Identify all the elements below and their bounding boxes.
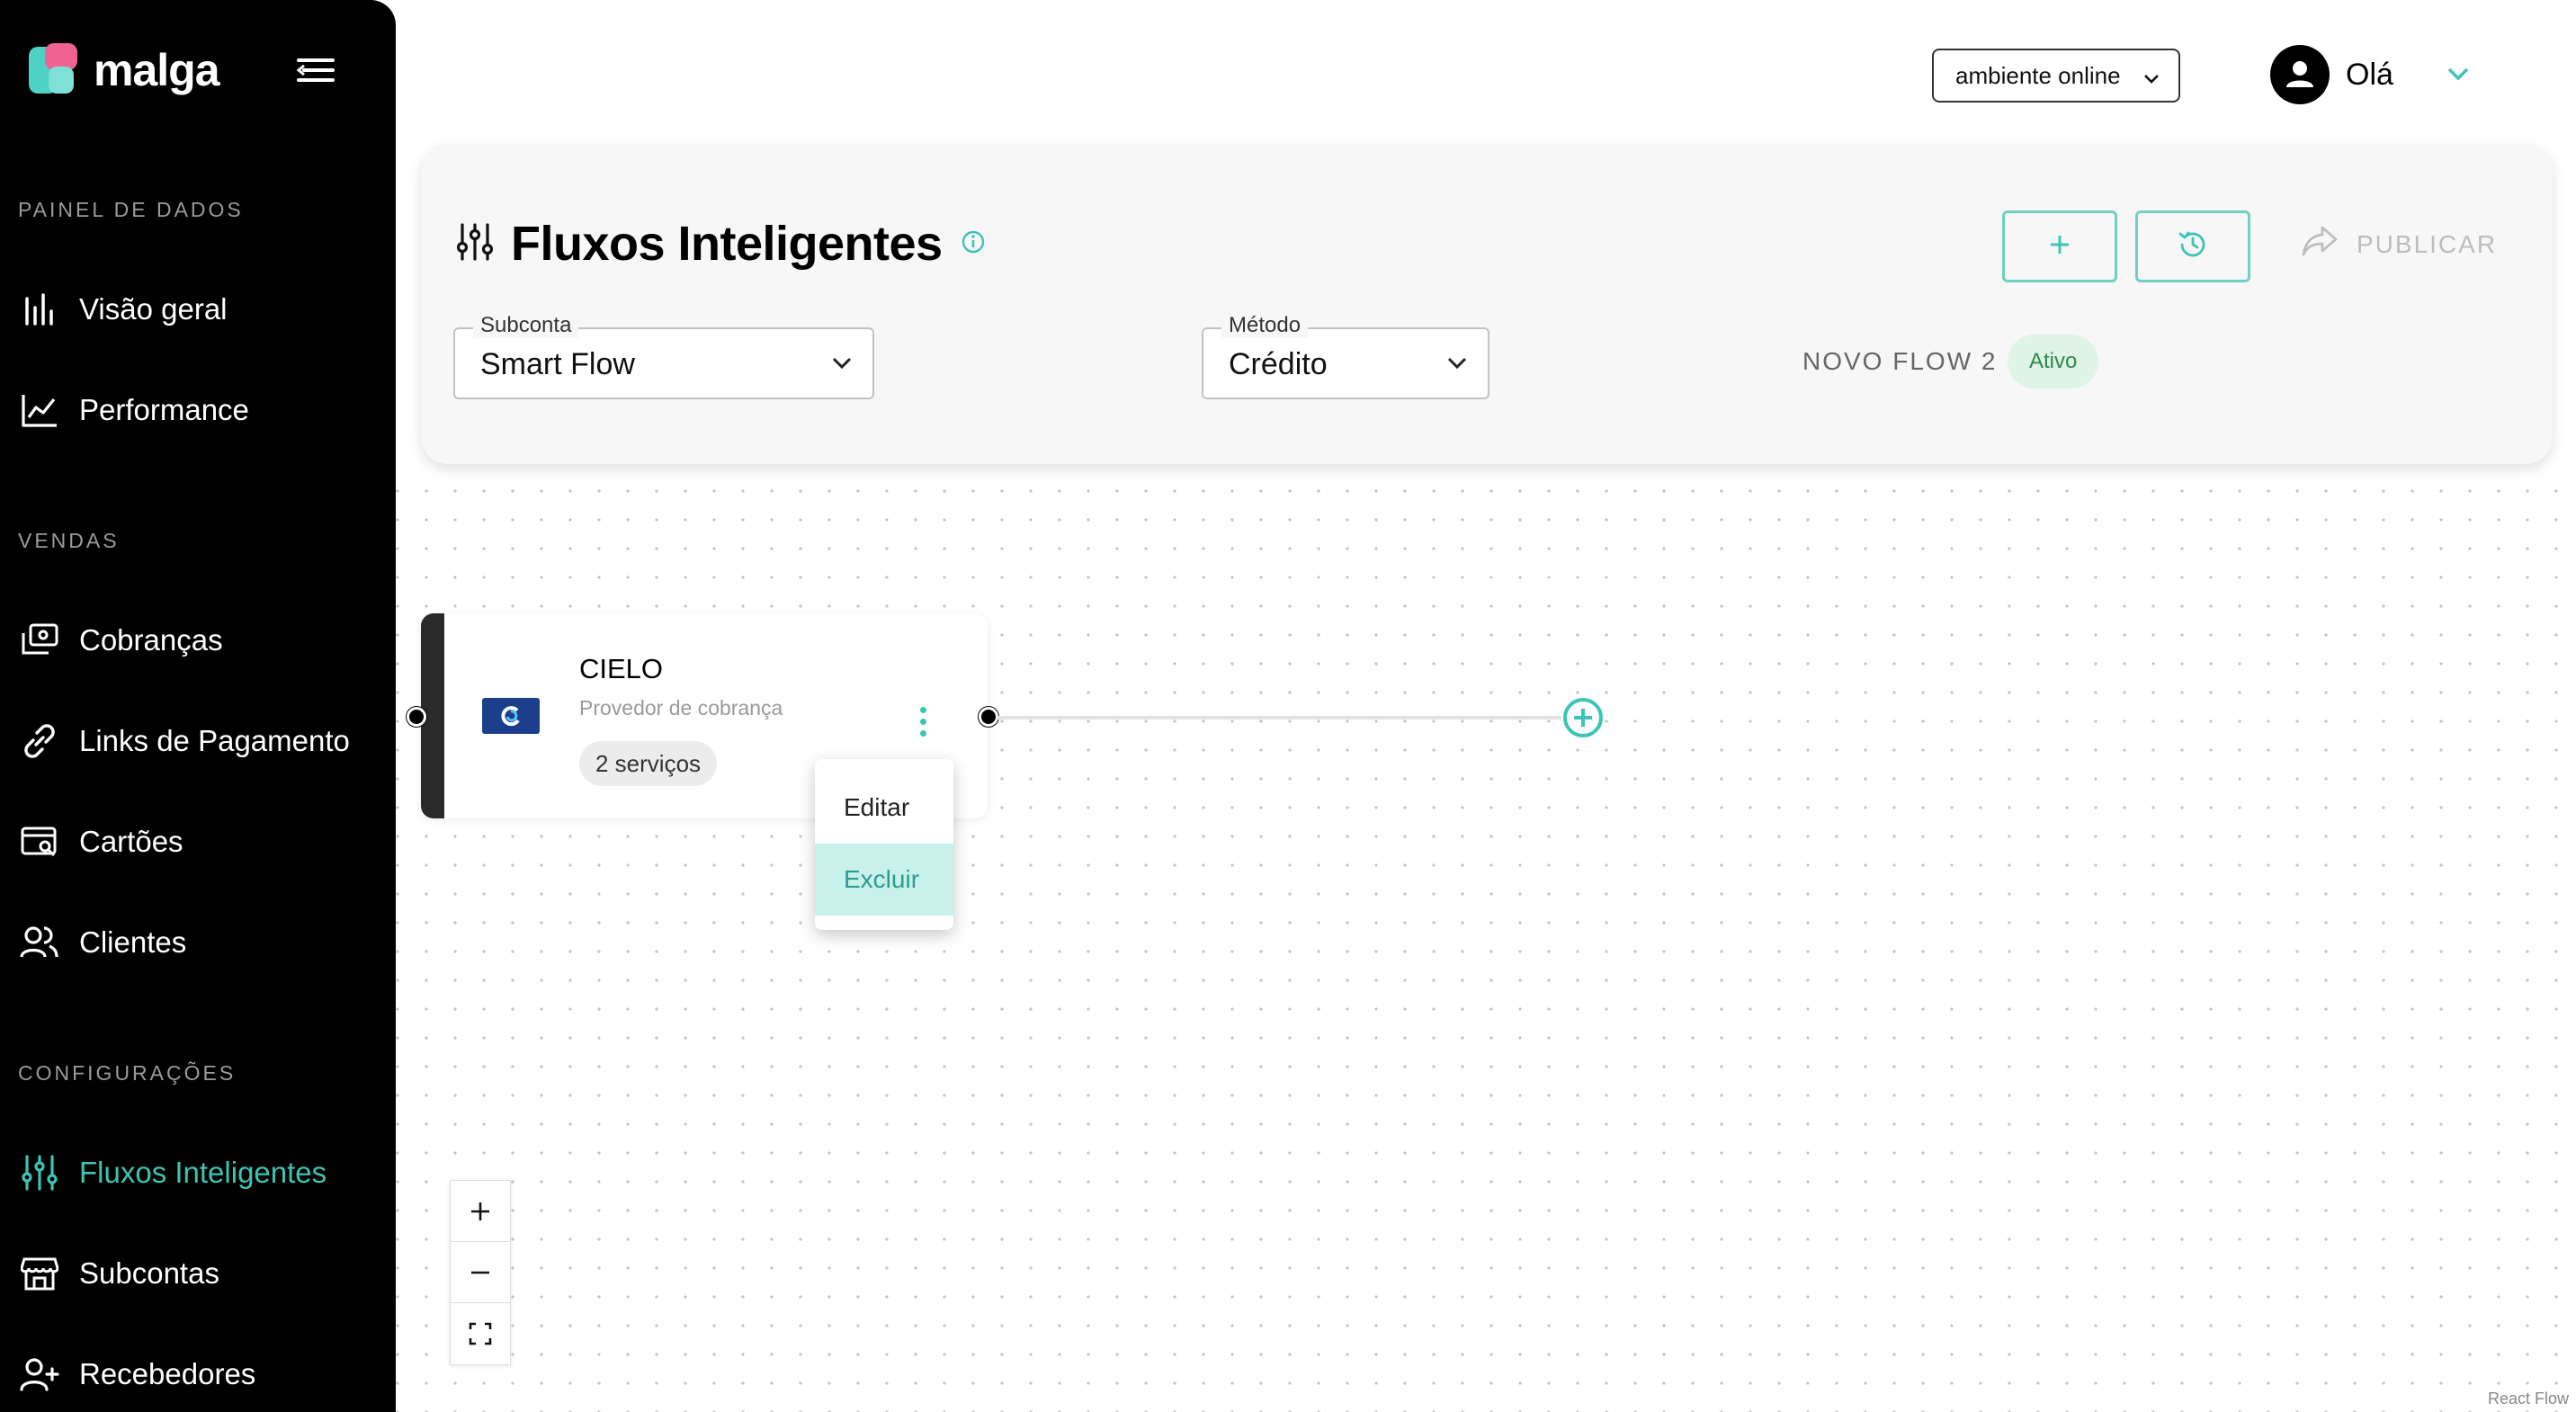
page-title-row: Fluxos Inteligentes <box>456 216 986 272</box>
react-flow-attribution[interactable]: React Flow <box>2483 1388 2572 1410</box>
sidebar-item-label: Recebedores <box>79 1357 256 1390</box>
brand-name: malga <box>94 45 220 95</box>
page-title: Fluxos Inteligentes <box>511 217 943 271</box>
sliders-icon <box>18 1151 61 1194</box>
sidebar-item-label: Subcontas <box>79 1256 219 1290</box>
node-input-handle[interactable] <box>407 707 426 727</box>
sidebar-item-label: Cobranças <box>79 623 223 657</box>
sliders-icon <box>456 222 494 266</box>
node-title: CIELO <box>579 653 664 684</box>
sidebar-item-links-pagamento[interactable]: Links de Pagamento <box>18 714 350 768</box>
environment-value: ambiente online <box>1955 61 2121 89</box>
sidebar-item-label: Cartões <box>79 825 183 858</box>
avatar[interactable] <box>2270 45 2330 104</box>
user-plus-icon <box>18 1353 61 1396</box>
method-value: Crédito <box>1229 347 1328 381</box>
user-greeting: Olá <box>2346 58 2393 92</box>
chevron-down-icon <box>1446 354 1468 377</box>
user-icon <box>2286 61 2313 87</box>
node-subtitle: Provedor de cobrança <box>579 696 783 719</box>
publish-button[interactable]: PUBLICAR <box>2301 225 2497 264</box>
fullscreen-icon <box>469 1322 492 1345</box>
services-chip: 2 serviços <box>579 741 718 786</box>
zoom-out-button[interactable] <box>451 1242 510 1303</box>
line-chart-icon <box>18 389 61 432</box>
history-button[interactable] <box>2135 210 2250 282</box>
sidebar-item-clientes[interactable]: Clientes <box>18 916 186 970</box>
sidebar-item-label: Performance <box>79 393 249 426</box>
node-context-menu: Editar Excluir <box>815 759 953 930</box>
brand-logo[interactable]: malga <box>29 43 220 97</box>
sidebar-item-cartoes[interactable]: Cartões <box>18 815 183 869</box>
sidebar-item-cobrancas[interactable]: Cobranças <box>18 613 223 667</box>
share-icon <box>2301 225 2339 264</box>
sidebar: malga PAINEL DE DADOS Visão geral Perfor… <box>0 0 396 1412</box>
subaccount-value: Smart Flow <box>480 347 635 381</box>
menu-item-edit[interactable]: Editar <box>815 772 953 844</box>
add-node-plus-icon[interactable] <box>1561 696 1605 744</box>
sidebar-item-fluxos-inteligentes[interactable]: Fluxos Inteligentes <box>18 1146 326 1200</box>
plus-icon <box>2046 231 2073 263</box>
chevron-down-icon <box>2142 67 2160 94</box>
flow-name: NOVO FLOW 2 <box>1802 347 1998 375</box>
plus-icon <box>471 1202 489 1220</box>
section-title-configuracoes: CONFIGURAÇÕES <box>18 1061 237 1085</box>
flow-edge <box>997 716 1561 719</box>
sidebar-item-performance[interactable]: Performance <box>18 383 249 437</box>
sidebar-item-label: Fluxos Inteligentes <box>79 1156 327 1189</box>
minus-icon <box>471 1271 489 1273</box>
section-title-vendas: VENDAS <box>18 529 120 552</box>
add-flow-button[interactable] <box>2002 210 2117 282</box>
cielo-logo-icon <box>482 698 540 734</box>
link-icon <box>18 719 61 763</box>
history-icon <box>2178 229 2208 264</box>
sidebar-item-subcontas[interactable]: Subcontas <box>18 1247 219 1300</box>
status-badge: Ativo <box>2008 335 2099 389</box>
menu-item-delete[interactable]: Excluir <box>815 844 953 916</box>
zoom-in-button[interactable] <box>451 1181 510 1242</box>
section-title-painel: PAINEL DE DADOS <box>18 198 244 221</box>
zoom-controls <box>450 1180 511 1365</box>
subaccount-select[interactable]: Subconta Smart Flow <box>453 313 874 399</box>
info-icon[interactable] <box>961 229 986 259</box>
node-output-handle[interactable] <box>979 707 998 727</box>
method-label: Método <box>1221 313 1309 338</box>
sidebar-item-label: Links de Pagamento <box>79 724 350 757</box>
sidebar-item-label: Clientes <box>79 925 187 959</box>
sidebar-item-recebedores[interactable]: Recebedores <box>18 1347 255 1401</box>
sidebar-item-visao-geral[interactable]: Visão geral <box>18 282 228 336</box>
malga-logo-icon <box>29 43 79 97</box>
bar-chart-icon <box>18 288 61 331</box>
subaccount-label: Subconta <box>473 313 579 338</box>
charges-icon <box>18 619 61 662</box>
sidebar-item-label: Visão geral <box>79 292 228 326</box>
environment-select[interactable]: ambiente online <box>1932 49 2180 103</box>
collapse-menu-icon[interactable] <box>295 56 335 85</box>
store-icon <box>18 1252 61 1295</box>
card-search-icon <box>18 820 61 863</box>
flow-header-card: Fluxos Inteligentes PUBLICAR Subconta Sm… <box>421 144 2553 464</box>
users-icon <box>18 921 61 964</box>
chevron-down-icon <box>831 354 853 377</box>
more-vertical-icon[interactable] <box>907 696 939 746</box>
fit-view-button[interactable] <box>451 1303 510 1364</box>
publish-label: PUBLICAR <box>2357 229 2498 258</box>
user-menu-chevron-icon[interactable] <box>2445 63 2472 89</box>
method-select[interactable]: Método Crédito <box>1202 313 1489 399</box>
